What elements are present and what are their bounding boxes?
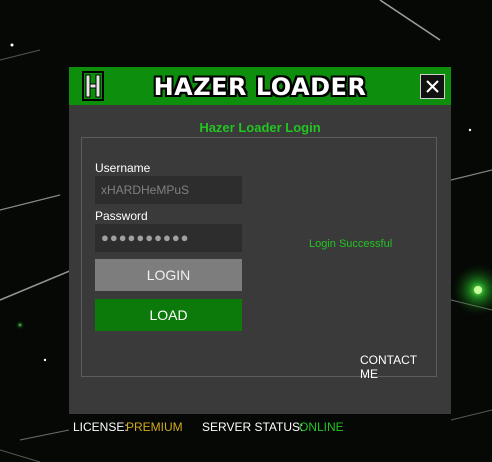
login-heading: Hazer Loader Login — [199, 120, 321, 135]
loader-window: HAZER LOADER Hazer Loader Login Username… — [69, 67, 451, 414]
password-label: Password — [95, 209, 148, 223]
license-label: LICENSE: — [73, 420, 128, 434]
close-button[interactable] — [420, 74, 445, 99]
password-input[interactable]: ●●●●●●●●●● — [95, 224, 242, 252]
title-bar[interactable]: HAZER LOADER — [69, 67, 451, 105]
login-button[interactable]: LOGIN — [95, 259, 242, 291]
username-label: Username — [95, 161, 151, 175]
login-panel: Username xHARDHeMPuS Password ●●●●●●●●●●… — [81, 137, 437, 381]
server-status-label: SERVER STATUS: — [202, 420, 304, 434]
status-footer: LICENSE: PREMIUM SERVER STATUS: ONLINE — [69, 414, 451, 440]
load-button[interactable]: LOAD — [95, 299, 242, 331]
username-input[interactable]: xHARDHeMPuS — [95, 176, 242, 204]
license-value: PREMIUM — [126, 420, 183, 434]
login-status-message: Login Successful — [309, 238, 393, 250]
close-icon — [426, 80, 439, 93]
server-status-value: ONLINE — [299, 420, 344, 434]
app-title: HAZER LOADER — [153, 73, 367, 101]
contact-me-link[interactable]: CONTACT ME — [360, 353, 436, 381]
